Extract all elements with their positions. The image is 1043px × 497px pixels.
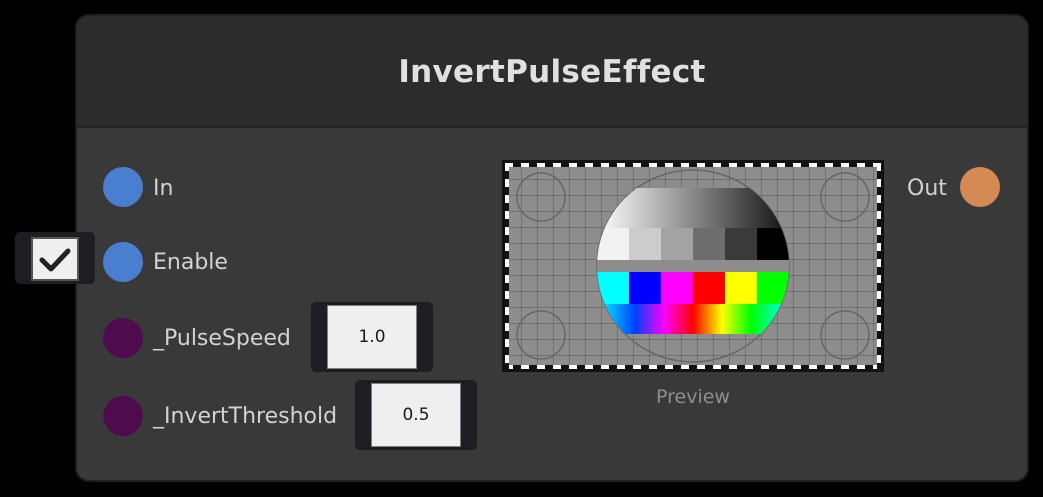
pulse-speed-port[interactable] — [103, 318, 143, 358]
invert-threshold-input[interactable] — [371, 383, 461, 447]
node-title: InvertPulseEffect — [398, 54, 706, 90]
in-port-label: In — [153, 176, 174, 201]
checkmark-icon — [39, 248, 71, 272]
enable-port-label: Enable — [153, 250, 228, 275]
invert-threshold-field-container — [355, 380, 477, 450]
preview-image — [502, 160, 884, 372]
enable-port[interactable] — [103, 242, 143, 282]
invert-threshold-label: _InvertThreshold — [153, 404, 338, 429]
enable-checkbox[interactable] — [31, 237, 79, 281]
pulse-speed-input[interactable] — [327, 305, 417, 369]
in-port[interactable] — [103, 167, 143, 207]
preview-label: Preview — [656, 386, 730, 408]
node-header[interactable]: InvertPulseEffect — [77, 16, 1027, 128]
test-pattern-graphic — [505, 163, 881, 369]
pulse-speed-label: _PulseSpeed — [153, 326, 291, 351]
invert-threshold-port[interactable] — [103, 396, 143, 436]
enable-checkbox-container — [15, 232, 95, 284]
out-port[interactable] — [960, 167, 1000, 207]
pulse-speed-field-container — [311, 302, 433, 372]
out-port-label: Out — [907, 176, 947, 201]
